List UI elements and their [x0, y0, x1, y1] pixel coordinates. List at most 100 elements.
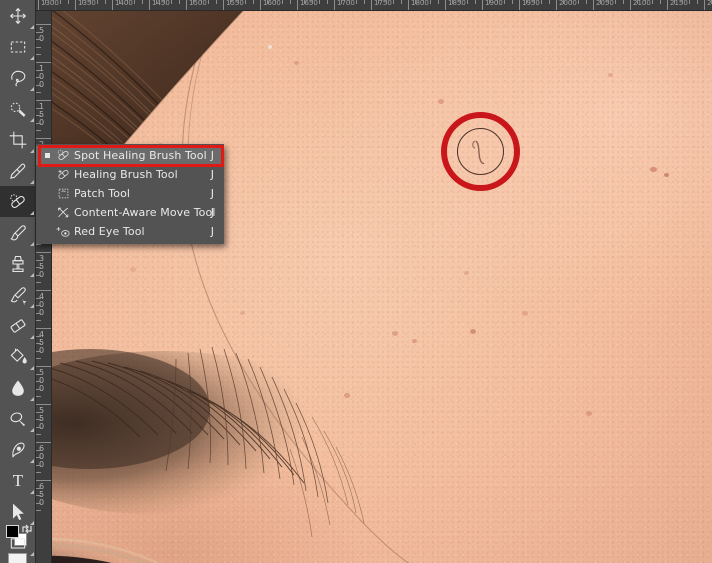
tool-rectangular-marquee[interactable]	[0, 31, 36, 62]
vertical-ruler[interactable]: 50100150200250300350400450500550600650	[36, 11, 52, 563]
blemish-spot	[608, 73, 613, 77]
ruler-minor-tick	[578, 0, 579, 4]
ruler-tick	[36, 442, 52, 443]
blemish-spot	[294, 61, 299, 65]
horizontal-ruler[interactable]: 1300135014001450150015501600165017001750…	[36, 0, 712, 11]
ruler-minor-tick	[304, 0, 305, 4]
ruler-minor-tick	[600, 0, 601, 4]
ruler-minor-tick	[36, 396, 41, 397]
ruler-minor-tick	[489, 0, 490, 4]
flyout-corner-marker	[30, 180, 34, 184]
ruler-minor-tick	[216, 0, 217, 4]
ruler-minor-tick	[512, 0, 513, 4]
ruler-label: 1850	[448, 0, 466, 7]
ruler-minor-tick	[682, 0, 683, 4]
ruler-minor-tick	[697, 0, 698, 4]
tool-clone-stamp-tool[interactable]	[0, 248, 36, 279]
brush-icon	[8, 223, 28, 243]
ruler-label: 1650	[300, 0, 318, 7]
menu-item-patch-tool[interactable]: Patch ToolJ	[36, 184, 224, 203]
content-aware-move-icon	[52, 205, 74, 220]
flyout-corner-marker	[30, 56, 34, 60]
ruler-label: 1550	[226, 0, 244, 7]
ruler-minor-tick	[36, 47, 41, 48]
ruler-minor-tick	[660, 0, 661, 4]
tool-move-tool[interactable]	[0, 0, 36, 31]
flyout-corner-marker	[30, 459, 34, 463]
image-canvas[interactable]	[52, 11, 712, 563]
ruler-minor-tick	[36, 32, 41, 33]
tool-lasso-tool[interactable]	[0, 62, 36, 93]
ruler-label: 1300	[41, 0, 59, 7]
ruler-tick	[408, 0, 409, 11]
menu-item-label: Healing Brush Tool	[74, 169, 178, 181]
flyout-corner-marker	[30, 149, 34, 153]
tool-spot-healing-brush[interactable]	[0, 186, 36, 217]
menu-item-label: Patch Tool	[74, 188, 130, 200]
ruler-minor-tick	[36, 510, 41, 511]
ruler-label: 1900	[485, 0, 503, 7]
ruler-minor-tick	[623, 0, 624, 4]
ruler-minor-tick	[36, 267, 41, 268]
spot-healing-icon	[52, 148, 74, 163]
menu-item-healing-brush-tool[interactable]: Healing Brush ToolJ	[36, 165, 224, 184]
ruler-minor-tick	[393, 0, 394, 4]
swap-colors-icon[interactable]	[21, 522, 33, 534]
tool-blur-tool[interactable]	[0, 372, 36, 403]
flyout-corner-marker	[30, 87, 34, 91]
ruler-minor-tick	[82, 0, 83, 4]
foreground-color-swatch[interactable]	[6, 525, 19, 538]
ruler-minor-tick	[36, 92, 41, 93]
ruler-minor-tick	[36, 313, 41, 314]
ruler-tick	[260, 0, 261, 11]
crop-icon	[8, 130, 28, 150]
ruler-label: 1950	[522, 0, 540, 7]
menu-item-content-aware-move-tool[interactable]: Content-Aware Move ToolJ	[36, 203, 224, 222]
ruler-minor-tick	[549, 0, 550, 4]
ruler-minor-tick	[430, 0, 431, 4]
ruler-tick	[186, 0, 187, 11]
tool-quick-selection-tool[interactable]	[0, 93, 36, 124]
tool-flyout-menu[interactable]: Spot Healing Brush ToolJHealing Brush To…	[36, 144, 224, 244]
flyout-corner-marker	[30, 211, 34, 215]
type-icon: T	[13, 472, 23, 489]
tool-dodge-tool[interactable]	[0, 403, 36, 434]
tool-type-tool[interactable]: T	[0, 465, 36, 496]
ruler-minor-tick	[36, 130, 41, 131]
menu-item-spot-healing-brush-tool[interactable]: Spot Healing Brush ToolJ	[36, 146, 224, 165]
blemish-spot	[586, 411, 592, 416]
ruler-tick	[482, 0, 483, 11]
blemish-spot	[392, 331, 398, 336]
ruler-minor-tick	[36, 488, 41, 489]
ruler-tick	[593, 0, 594, 11]
blur-icon	[8, 378, 28, 398]
ruler-tick	[223, 0, 224, 11]
tool-history-brush-tool[interactable]	[0, 279, 36, 310]
ruler-minor-tick	[460, 0, 461, 4]
tool-gradient-tool[interactable]	[0, 341, 36, 372]
ruler-minor-tick	[134, 0, 135, 4]
ruler-minor-tick	[201, 0, 202, 4]
tool-crop-tool[interactable]	[0, 124, 36, 155]
menu-item-red-eye-tool[interactable]: Red Eye ToolJ	[36, 222, 224, 241]
ruler-minor-tick	[193, 0, 194, 4]
ruler-minor-tick	[401, 0, 402, 4]
tool-eraser-tool[interactable]	[0, 310, 36, 341]
ruler-label: 2000	[559, 0, 577, 7]
ruler-minor-tick	[36, 244, 41, 245]
ruler-minor-tick	[36, 275, 41, 276]
tool-pen-tool[interactable]	[0, 434, 36, 465]
lasso-icon	[8, 68, 28, 88]
ruler-label: 1800	[411, 0, 429, 7]
ruler-tick	[36, 252, 52, 253]
ruler-minor-tick	[475, 0, 476, 4]
ruler-minor-tick	[164, 0, 165, 4]
tools-panel[interactable]: T	[0, 0, 36, 563]
eyebrow-region	[52, 313, 572, 563]
ruler-tick	[667, 0, 668, 11]
tool-brush-tool[interactable]	[0, 217, 36, 248]
flyout-corner-marker	[30, 490, 34, 494]
flyout-corner-marker	[30, 25, 34, 29]
tool-eyedropper-tool[interactable]	[0, 155, 36, 186]
ruler-minor-tick	[319, 0, 320, 4]
